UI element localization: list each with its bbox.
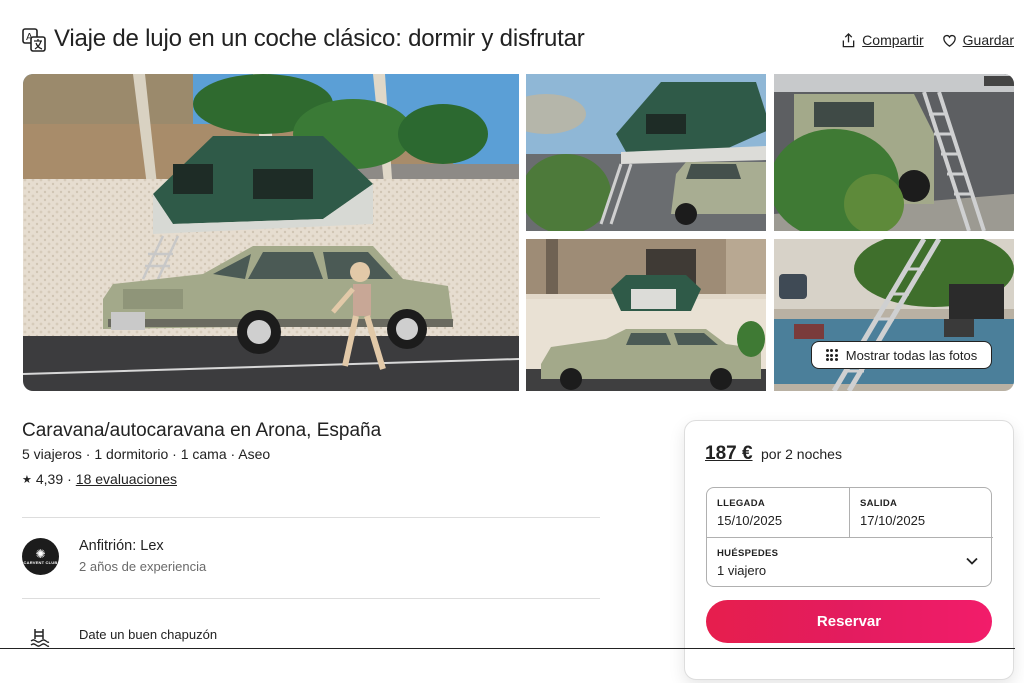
checkin-label: LLEGADA [717, 498, 766, 509]
guests-label: HUÉSPEDES [717, 548, 779, 559]
photo-3-illustration [774, 74, 1014, 231]
photo-4[interactable] [526, 239, 766, 391]
reviews-link[interactable]: 18 evaluaciones [76, 471, 177, 487]
star-icon: ★ [22, 473, 32, 486]
main-photo-illustration [23, 74, 519, 391]
translate-icon: A [22, 28, 46, 52]
bottom-divider [0, 648, 1015, 649]
header-actions: Compartir Guardar [841, 32, 1014, 48]
sun-logo-icon: ✺ [35, 547, 46, 561]
amenity-label: Date un buen chapuzón [79, 627, 218, 642]
rating-row: ★ 4,39 · 18 evaluaciones [22, 471, 177, 487]
title-row: A Viaje de lujo en un coche clásico: dor… [22, 24, 1014, 58]
show-all-photos-button[interactable]: Mostrar todas las fotos [811, 341, 992, 369]
host-avatar[interactable]: ✺ CARVENT CLUB [22, 538, 59, 575]
reserve-button[interactable]: Reservar [706, 600, 992, 643]
share-label: Compartir [862, 32, 924, 48]
share-icon [842, 32, 855, 47]
heart-icon [942, 34, 956, 47]
photo-4-illustration [526, 239, 766, 391]
listing-details: 5 viajeros · 1 dormitorio · 1 cama · Ase… [22, 446, 271, 462]
photo-2-illustration [526, 74, 766, 231]
show-all-photos-label: Mostrar todas las fotos [845, 347, 978, 363]
checkin-value: 15/10/2025 [717, 513, 783, 528]
host-name: Anfitrión: Lex [79, 538, 164, 554]
checkout-value: 17/10/2025 [860, 513, 926, 528]
grid-dots-icon [825, 349, 838, 361]
price-nights: por 2 noches [761, 446, 842, 462]
rating-value: 4,39 [35, 471, 64, 487]
checkout-field[interactable]: SALIDA 17/10/2025 [850, 488, 993, 538]
photo-3[interactable] [774, 74, 1014, 231]
booking-inputs: LLEGADA 15/10/2025 SALIDA 17/10/2025 HUÉ… [706, 487, 993, 588]
save-button[interactable]: Guardar [942, 32, 1014, 48]
booking-card: 187 € por 2 noches LLEGADA 15/10/2025 SA… [684, 420, 1014, 680]
share-button[interactable]: Compartir [841, 32, 924, 48]
avatar-text: CARVENT CLUB [23, 560, 58, 565]
rating-separator: · [67, 471, 72, 487]
divider [22, 598, 600, 599]
divider [22, 517, 600, 518]
guests-value: 1 viajero [717, 563, 767, 578]
host-experience: 2 años de experiencia [79, 559, 207, 574]
checkin-field[interactable]: LLEGADA 15/10/2025 [707, 488, 850, 538]
save-label: Guardar [962, 32, 1014, 48]
pool-icon [30, 629, 50, 647]
main-photo[interactable] [23, 74, 519, 391]
page-title: Viaje de lujo en un coche clásico: dormi… [54, 25, 585, 52]
checkout-label: SALIDA [860, 498, 898, 509]
price-value[interactable]: 187 € [705, 443, 753, 464]
photo-2[interactable] [526, 74, 766, 231]
chevron-down-icon [966, 557, 978, 565]
guests-field[interactable]: HUÉSPEDES 1 viajero [707, 538, 993, 588]
price-line: 187 € por 2 noches [705, 443, 842, 465]
listing-title: Caravana/autocaravana en Arona, España [22, 420, 382, 441]
